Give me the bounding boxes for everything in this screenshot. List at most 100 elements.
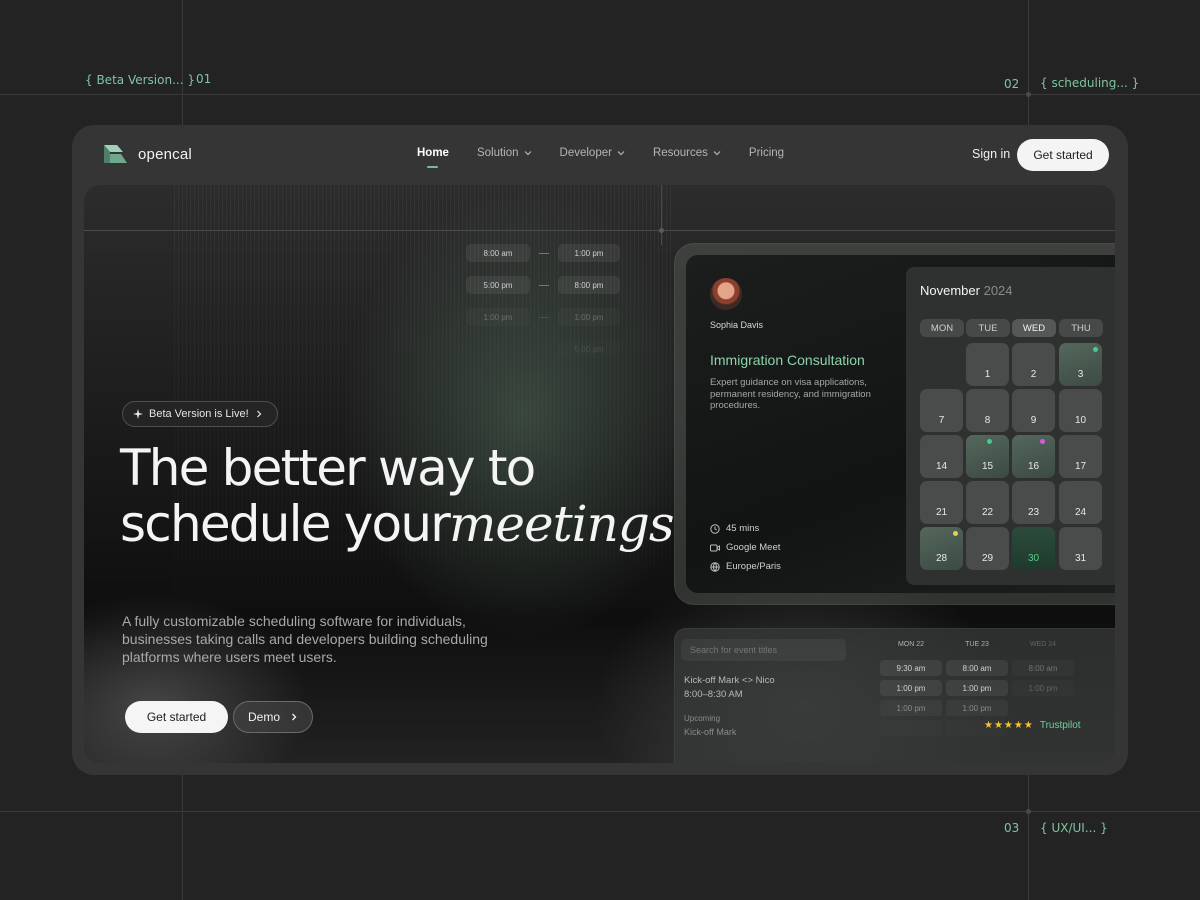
time-slot[interactable]: 8:00 am bbox=[466, 244, 530, 262]
calendar-day[interactable]: 10 bbox=[1059, 389, 1102, 432]
divider-dot bbox=[659, 228, 664, 233]
upcoming-label: Upcoming bbox=[684, 714, 721, 723]
annotation-number-02: 02 bbox=[1004, 77, 1020, 91]
calendar-day[interactable]: 28 bbox=[920, 527, 963, 570]
event-dot bbox=[1040, 439, 1045, 444]
annotation-number-03: 03 bbox=[1004, 821, 1020, 835]
calendar-day[interactable]: 7 bbox=[920, 389, 963, 432]
time-slot[interactable]: 8:00 am bbox=[1012, 660, 1074, 676]
calendar-day[interactable]: 29 bbox=[966, 527, 1009, 570]
time-slot[interactable]: 8:00 pm bbox=[558, 276, 620, 294]
beta-badge[interactable]: Beta Version is Live! bbox=[122, 401, 278, 427]
event-dot bbox=[987, 439, 992, 444]
timezone-text: Europe/Paris bbox=[726, 561, 781, 572]
calendar-day[interactable]: 9 bbox=[1012, 389, 1055, 432]
time-slot[interactable]: 1:00 pm bbox=[466, 308, 530, 326]
search-input[interactable] bbox=[681, 639, 846, 661]
event-item-time: 8:00–8:30 AM bbox=[684, 689, 743, 700]
sparkle-icon bbox=[133, 409, 143, 419]
hero-section: 8:00 am 1:00 pm 5:00 pm 8:00 pm 1:00 pm … bbox=[84, 185, 1115, 763]
guide-dot bbox=[1026, 809, 1031, 814]
nav-item-resources[interactable]: Resources bbox=[653, 147, 721, 159]
weekday-wed: WED bbox=[1012, 319, 1056, 337]
day-number: 15 bbox=[981, 461, 994, 472]
time-slot[interactable]: 1:00 pm bbox=[558, 308, 620, 326]
calendar-month: November 2024 bbox=[920, 283, 1013, 298]
event-title: Immigration Consultation bbox=[710, 352, 865, 368]
chevron-right-icon bbox=[292, 713, 297, 721]
calendar-day[interactable]: 16 bbox=[1012, 435, 1055, 478]
calendar-day[interactable]: 23 bbox=[1012, 481, 1055, 524]
weekday-mon: MON bbox=[920, 319, 964, 337]
month-name: November bbox=[920, 283, 980, 298]
meta-timezone: Europe/Paris bbox=[710, 561, 781, 572]
event-dot bbox=[953, 531, 958, 536]
nav-label: Developer bbox=[559, 147, 612, 159]
nav-label: Resources bbox=[652, 147, 708, 159]
hero-description: A fully customizable scheduling software… bbox=[122, 613, 488, 665]
day-number: 3 bbox=[1077, 369, 1084, 380]
chevron-down-icon bbox=[617, 151, 625, 156]
rating-stars: ★★★★★ bbox=[984, 720, 1034, 731]
hero-title-italic: meetings bbox=[449, 495, 675, 553]
annotation-scheduling: { scheduling... } bbox=[1040, 76, 1140, 90]
time-slot[interactable] bbox=[880, 720, 942, 736]
hero-title: The better way to schedule yourmeetings bbox=[120, 441, 675, 553]
time-slot[interactable]: 1:00 pm bbox=[946, 680, 1008, 696]
calendar-day[interactable]: 17 bbox=[1059, 435, 1102, 478]
demo-button-label: Demo bbox=[247, 710, 280, 724]
nav-item-pricing[interactable]: Pricing bbox=[749, 147, 784, 159]
nav-item-home[interactable]: Home bbox=[417, 147, 449, 168]
hero-title-line1: The better way to bbox=[120, 439, 536, 497]
demo-button[interactable]: Demo bbox=[233, 701, 313, 733]
get-started-button-top[interactable]: Get started bbox=[1017, 139, 1109, 171]
nav-item-solution[interactable]: Solution bbox=[477, 147, 532, 159]
slot-dash bbox=[539, 317, 549, 318]
video-icon bbox=[710, 544, 720, 551]
time-slot[interactable]: 9:30 am bbox=[880, 660, 942, 676]
calendar-day[interactable]: 21 bbox=[920, 481, 963, 524]
calendar-day[interactable]: 15 bbox=[966, 435, 1009, 478]
calendar-day[interactable]: 24 bbox=[1059, 481, 1102, 524]
time-slot[interactable]: 1:00 pm bbox=[880, 700, 942, 716]
column-header: WED 24 bbox=[1029, 641, 1057, 648]
calendar-day[interactable]: 31 bbox=[1059, 527, 1102, 570]
calendar-day[interactable]: 14 bbox=[920, 435, 963, 478]
opencal-logo-icon bbox=[104, 145, 127, 163]
logo-text: opencal bbox=[138, 145, 192, 163]
time-slot[interactable]: 1:00 pm bbox=[558, 244, 620, 262]
chevron-down-icon bbox=[713, 151, 721, 156]
meta-duration: 45 mins bbox=[710, 523, 759, 534]
logo[interactable]: opencal bbox=[102, 144, 192, 164]
hero-divider bbox=[84, 230, 1115, 231]
weekday-thu: THU bbox=[1059, 319, 1103, 337]
chevron-down-icon bbox=[524, 151, 531, 156]
event-item[interactable]: Kick-off Mark <> Nico 8:00–8:30 AM bbox=[684, 674, 775, 702]
time-slot[interactable]: 5:00 pm bbox=[558, 340, 620, 358]
time-slot[interactable]: 8:00 am bbox=[946, 660, 1008, 676]
main-menu: Home Solution Developer Resources Pricin… bbox=[417, 147, 784, 168]
location-text: Google Meet bbox=[726, 542, 781, 553]
calendar-day[interactable]: 2 bbox=[1012, 343, 1055, 386]
time-slot[interactable]: 1:00 pm bbox=[880, 680, 942, 696]
time-slot[interactable]: 1:00 pm bbox=[1012, 680, 1074, 696]
avatar bbox=[710, 278, 742, 310]
slot-dash bbox=[539, 253, 549, 254]
time-slot[interactable]: 5:00 pm bbox=[466, 276, 530, 294]
meta-location: Google Meet bbox=[710, 542, 780, 553]
nav-item-developer[interactable]: Developer bbox=[560, 147, 625, 159]
nav-label: Pricing bbox=[748, 147, 785, 159]
calendar-day[interactable]: 1 bbox=[966, 343, 1009, 386]
get-started-button[interactable]: Get started bbox=[125, 701, 228, 733]
time-slot[interactable]: 1:00 pm bbox=[946, 700, 1008, 716]
calendar-day[interactable]: 8 bbox=[966, 389, 1009, 432]
calendar-day-selected[interactable]: 30 bbox=[1012, 527, 1055, 570]
calendar-day[interactable]: 3 bbox=[1059, 343, 1102, 386]
upcoming-event[interactable]: Kick-off Mark bbox=[684, 727, 736, 737]
trustpilot-rating[interactable]: ★★★★★ Trustpilot bbox=[984, 720, 1081, 731]
top-navigation: opencal Home Solution Developer Resource… bbox=[72, 125, 1128, 185]
weekday-tue: TUE bbox=[966, 319, 1010, 337]
calendar-day[interactable]: 22 bbox=[966, 481, 1009, 524]
sign-in-link[interactable]: Sign in bbox=[972, 147, 1010, 161]
events-panel: Kick-off Mark <> Nico 8:00–8:30 AM Upcom… bbox=[674, 628, 1115, 763]
